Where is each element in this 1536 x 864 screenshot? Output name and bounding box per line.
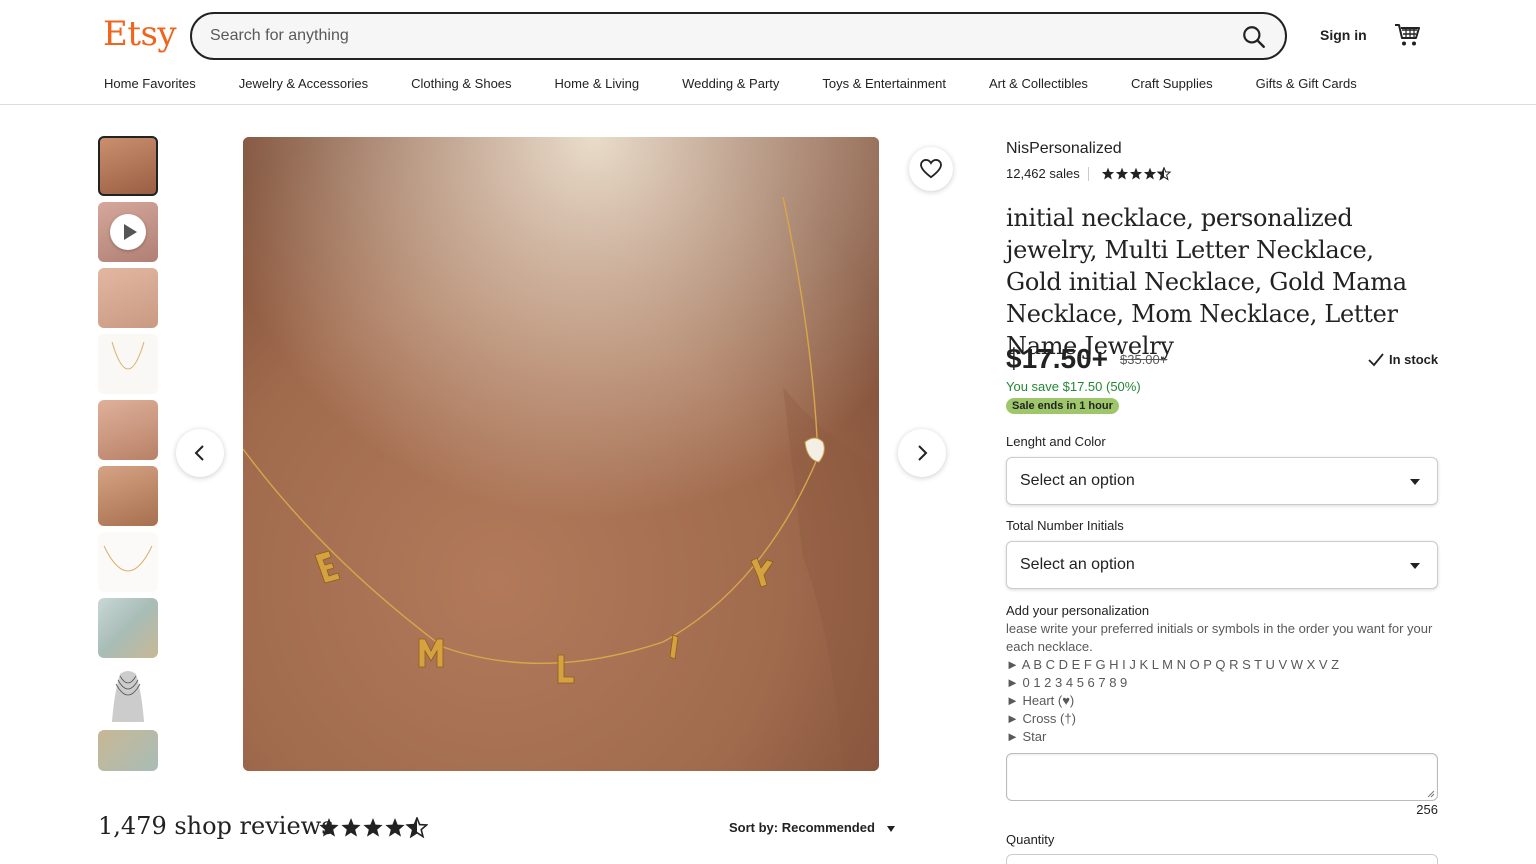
instruction-line: ► Cross (†) [1006,711,1076,726]
length-color-value: Select an option [1020,472,1135,489]
nav-wedding-party[interactable]: Wedding & Party [682,76,779,91]
resize-handle-icon[interactable] [1427,790,1435,798]
initials-count-label: Total Number Initials [1006,518,1124,533]
chevron-left-icon [194,445,204,461]
nav-home-favorites[interactable]: Home Favorites [104,76,196,91]
quantity-label: Quantity [1006,832,1055,847]
nav-craft-supplies[interactable]: Craft Supplies [1131,76,1213,91]
savings-text: You save $17.50 (50%) [1006,379,1141,394]
thumbnail-8[interactable] [98,598,158,658]
sort-label: Sort by: Recommended [729,820,875,835]
caret-down-icon [886,825,895,832]
quantity-select[interactable] [1006,854,1438,864]
original-price: $35.00+ [1120,352,1168,367]
category-nav: Home Favorites Jewelry & Accessories Clo… [104,76,1400,91]
sort-dropdown[interactable]: Sort by: Recommended [729,820,895,835]
favorite-button[interactable] [909,147,953,191]
shop-rating-stars-icon[interactable] [1097,166,1175,181]
instruction-line: ► A B C D E F G H I J K L M N O P Q R S … [1006,657,1340,672]
sales-count: 12,462 sales [1006,166,1080,181]
previous-image-button[interactable] [176,429,224,477]
thumbnail-10[interactable] [98,730,158,771]
play-icon [110,214,146,250]
cart-icon[interactable] [1394,22,1422,48]
character-counter: 256 [1416,802,1438,817]
thumbnail-6[interactable] [98,466,158,526]
shop-name-link[interactable]: NisPersonalized [1006,140,1122,158]
review-stars-icon [319,817,428,838]
instruction-line: lease write your preferred initials or s… [1006,621,1433,654]
necklace-photo [243,137,879,771]
thumbnail-7[interactable] [98,532,158,592]
thumbnail-video[interactable] [98,202,158,262]
personalization-instructions: lease write your preferred initials or s… [1006,620,1446,746]
search-input[interactable] [210,14,1210,58]
chevron-right-icon [918,445,928,461]
length-color-label: Lenght and Color [1006,434,1106,449]
thumbnail-5[interactable] [98,400,158,460]
check-icon [1368,352,1384,366]
search-bar[interactable] [190,12,1287,60]
nav-toys-entertainment[interactable]: Toys & Entertainment [822,76,946,91]
nav-art-collectibles[interactable]: Art & Collectibles [989,76,1088,91]
personalization-label: Add your personalization [1006,603,1150,618]
sign-in-link[interactable]: Sign in [1320,27,1367,43]
sale-badge: Sale ends in 1 hour [1006,398,1119,414]
stock-text: In stock [1389,352,1439,367]
size-chart-image [112,671,144,722]
thumbnail-1[interactable] [98,136,158,196]
thumbnail-strip [98,136,158,777]
nav-home-living[interactable]: Home & Living [555,76,640,91]
nav-gifts-gift-cards[interactable]: Gifts & Gift Cards [1256,76,1357,91]
site-header: Etsy Sign in Home Favorites Jewelry & Ac… [0,0,1536,105]
instruction-line: ► 0 1 2 3 4 5 6 7 8 9 [1006,675,1128,690]
search-icon[interactable] [1241,24,1267,50]
thumbnail-9[interactable] [98,664,158,724]
etsy-logo[interactable]: Etsy [103,14,177,54]
necklace-product-image [111,341,145,370]
reviews-title: 1,479 shop reviews [98,812,334,840]
next-image-button[interactable] [898,429,946,477]
price: $17.50+ [1006,343,1108,374]
heart-icon [920,159,942,179]
initials-count-value: Select an option [1020,556,1135,573]
nav-clothing-shoes[interactable]: Clothing & Shoes [411,76,511,91]
nav-jewelry-accessories[interactable]: Jewelry & Accessories [239,76,368,91]
initials-count-select[interactable]: Select an option [1006,541,1438,589]
shop-sales-rating: 12,462 sales [1006,166,1175,181]
divider [1087,166,1089,181]
listing-title: initial necklace, personalized jewelry, … [1006,204,1407,360]
thumbnail-4[interactable] [98,334,158,394]
thumbnail-3[interactable] [98,268,158,328]
stock-status: In stock [1368,352,1438,367]
main-product-image[interactable] [243,137,879,771]
instruction-line: ► Star [1006,729,1047,744]
caret-down-icon [1410,479,1420,485]
instruction-line: ► Heart (♥) [1006,693,1075,708]
caret-down-icon [1410,563,1420,569]
length-color-select[interactable]: Select an option [1006,457,1438,505]
necklace-product-image [103,545,153,572]
personalization-textarea[interactable] [1006,753,1438,801]
